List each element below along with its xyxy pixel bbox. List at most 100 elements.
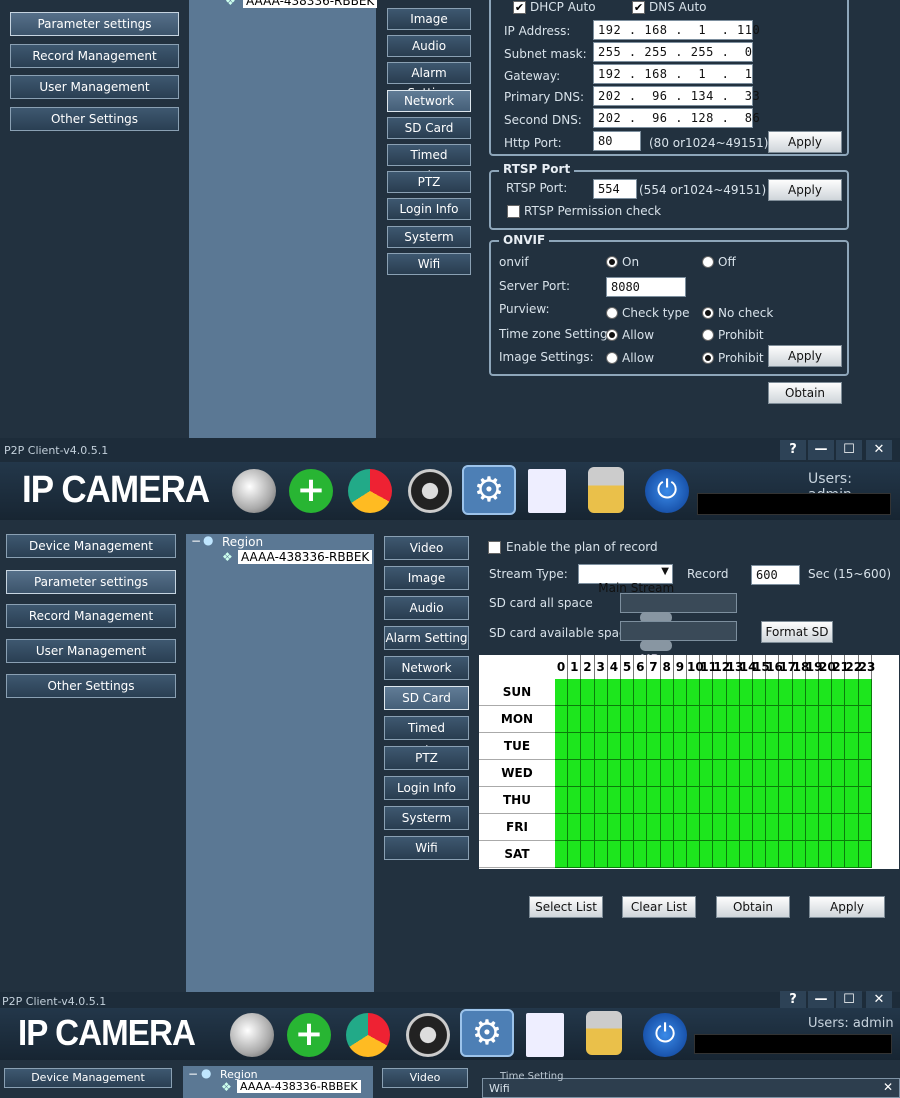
schedule-cell[interactable] — [858, 760, 872, 787]
schedule-cell[interactable] — [819, 841, 833, 868]
schedule-cell[interactable] — [555, 733, 569, 760]
schedule-cell[interactable] — [568, 679, 582, 706]
schedule-cell[interactable] — [607, 841, 621, 868]
schedule-cell[interactable] — [700, 679, 714, 706]
schedule-cell[interactable] — [845, 787, 859, 814]
schedule-cell[interactable] — [819, 814, 833, 841]
day-header-thu[interactable]: THU — [479, 787, 555, 814]
schedule-cell[interactable] — [607, 787, 621, 814]
log-icon[interactable] — [526, 1013, 564, 1057]
schedule-cell[interactable] — [594, 787, 608, 814]
help-button[interactable]: ? — [780, 440, 806, 460]
apply-button[interactable]: Apply — [809, 896, 885, 918]
tree-device-item[interactable]: AAAA-438336-RBBEK — [243, 0, 378, 8]
schedule-cell[interactable] — [607, 760, 621, 787]
schedule-cell[interactable] — [647, 760, 661, 787]
schedule-cell[interactable] — [555, 679, 569, 706]
schedule-cell[interactable] — [805, 733, 819, 760]
record-schedule-grid[interactable]: 0 1 2 3 4 5 6 7 8 9 10 11 12 13 14 15 16 17 18 19 20 21 22 23 SU… — [479, 655, 899, 869]
maximize-button[interactable]: ☐ — [836, 440, 862, 460]
schedule-cell[interactable] — [634, 760, 648, 787]
tab-image[interactable]: Image — [384, 566, 469, 590]
menu-parameter-settings[interactable]: Parameter settings — [10, 12, 179, 36]
schedule-cell[interactable] — [739, 841, 753, 868]
tab-alarm-setting[interactable]: Alarm Setting — [387, 62, 471, 100]
schedule-cell[interactable] — [832, 760, 846, 787]
schedule-cell[interactable] — [805, 706, 819, 733]
schedule-cell[interactable] — [594, 706, 608, 733]
schedule-cell[interactable] — [845, 679, 859, 706]
help-button[interactable]: ? — [780, 991, 806, 1009]
schedule-cell[interactable] — [700, 733, 714, 760]
schedule-cell[interactable] — [581, 787, 595, 814]
schedule-cell[interactable] — [845, 706, 859, 733]
schedule-cell[interactable] — [845, 814, 859, 841]
schedule-cell[interactable] — [766, 706, 780, 733]
tab-alarm-setting[interactable]: Alarm Setting — [384, 626, 469, 650]
schedule-cell[interactable] — [792, 841, 806, 868]
schedule-cell[interactable] — [687, 760, 701, 787]
schedule-cell[interactable] — [753, 841, 767, 868]
schedule-cell[interactable] — [805, 760, 819, 787]
schedule-cell[interactable] — [673, 787, 687, 814]
schedule-cell[interactable] — [621, 760, 635, 787]
schedule-cell[interactable] — [647, 679, 661, 706]
schedule-cell[interactable] — [634, 733, 648, 760]
schedule-cell[interactable] — [660, 733, 674, 760]
schedule-cell[interactable] — [845, 733, 859, 760]
schedule-cell[interactable] — [660, 760, 674, 787]
schedule-cell[interactable] — [753, 733, 767, 760]
schedule-cell[interactable] — [779, 814, 793, 841]
img-prohibit-radio[interactable] — [702, 352, 714, 364]
tz-prohibit-radio[interactable] — [702, 329, 714, 341]
log-icon[interactable] — [528, 469, 566, 513]
schedule-cell[interactable] — [673, 841, 687, 868]
schedule-cell[interactable] — [753, 787, 767, 814]
tab-wifi[interactable]: Wifi — [387, 253, 471, 275]
hour-header-6[interactable]: 6 — [634, 655, 648, 679]
hour-header-2[interactable]: 2 — [581, 655, 595, 679]
schedule-cell[interactable] — [687, 787, 701, 814]
schedule-cell[interactable] — [792, 679, 806, 706]
menu-parameter-settings[interactable]: Parameter settings — [6, 570, 176, 594]
schedule-cell[interactable] — [766, 760, 780, 787]
schedule-cell[interactable] — [753, 679, 767, 706]
primary-dns-field[interactable]: 202 . 96 . 134 . 33 — [593, 86, 760, 106]
rtsp-port-field[interactable]: 554 — [593, 179, 637, 199]
schedule-cell[interactable] — [594, 814, 608, 841]
hour-header-11[interactable]: 11 — [700, 655, 717, 679]
schedule-cell[interactable] — [673, 814, 687, 841]
schedule-cell[interactable] — [779, 679, 793, 706]
lock-icon[interactable] — [586, 1011, 622, 1055]
schedule-cell[interactable] — [621, 733, 635, 760]
schedule-cell[interactable] — [594, 841, 608, 868]
schedule-cell[interactable] — [660, 787, 674, 814]
schedule-cell[interactable] — [621, 787, 635, 814]
hour-header-15[interactable]: 15 — [753, 655, 770, 679]
schedule-cell[interactable] — [792, 814, 806, 841]
tree-device-item[interactable]: AAAA-438336-RBBEK — [237, 1080, 361, 1093]
minimize-button[interactable]: — — [808, 991, 834, 1009]
day-header-wed[interactable]: WED — [479, 760, 555, 787]
film-reel-icon[interactable] — [406, 1013, 450, 1057]
collapse-icon[interactable]: − — [188, 1067, 198, 1081]
second-dns-field[interactable]: 202 . 96 . 128 . 86 — [593, 108, 760, 128]
schedule-cell[interactable] — [739, 706, 753, 733]
schedule-cell[interactable] — [634, 787, 648, 814]
schedule-cell[interactable] — [858, 706, 872, 733]
schedule-cell[interactable] — [647, 841, 661, 868]
schedule-cell[interactable] — [555, 706, 569, 733]
hour-header-22[interactable]: 22 — [845, 655, 862, 679]
menu-record-management[interactable]: Record Management — [10, 44, 179, 68]
schedule-cell[interactable] — [819, 787, 833, 814]
schedule-cell[interactable] — [673, 760, 687, 787]
schedule-cell[interactable] — [753, 814, 767, 841]
tab-login-info[interactable]: Login Info — [387, 198, 471, 220]
menu-other-settings[interactable]: Other Settings — [6, 674, 176, 698]
schedule-cell[interactable] — [819, 679, 833, 706]
schedule-cell[interactable] — [568, 787, 582, 814]
tab-timed-capture[interactable]: Timed capture — [384, 716, 469, 757]
schedule-cell[interactable] — [713, 706, 727, 733]
schedule-cell[interactable] — [766, 733, 780, 760]
schedule-cell[interactable] — [832, 841, 846, 868]
